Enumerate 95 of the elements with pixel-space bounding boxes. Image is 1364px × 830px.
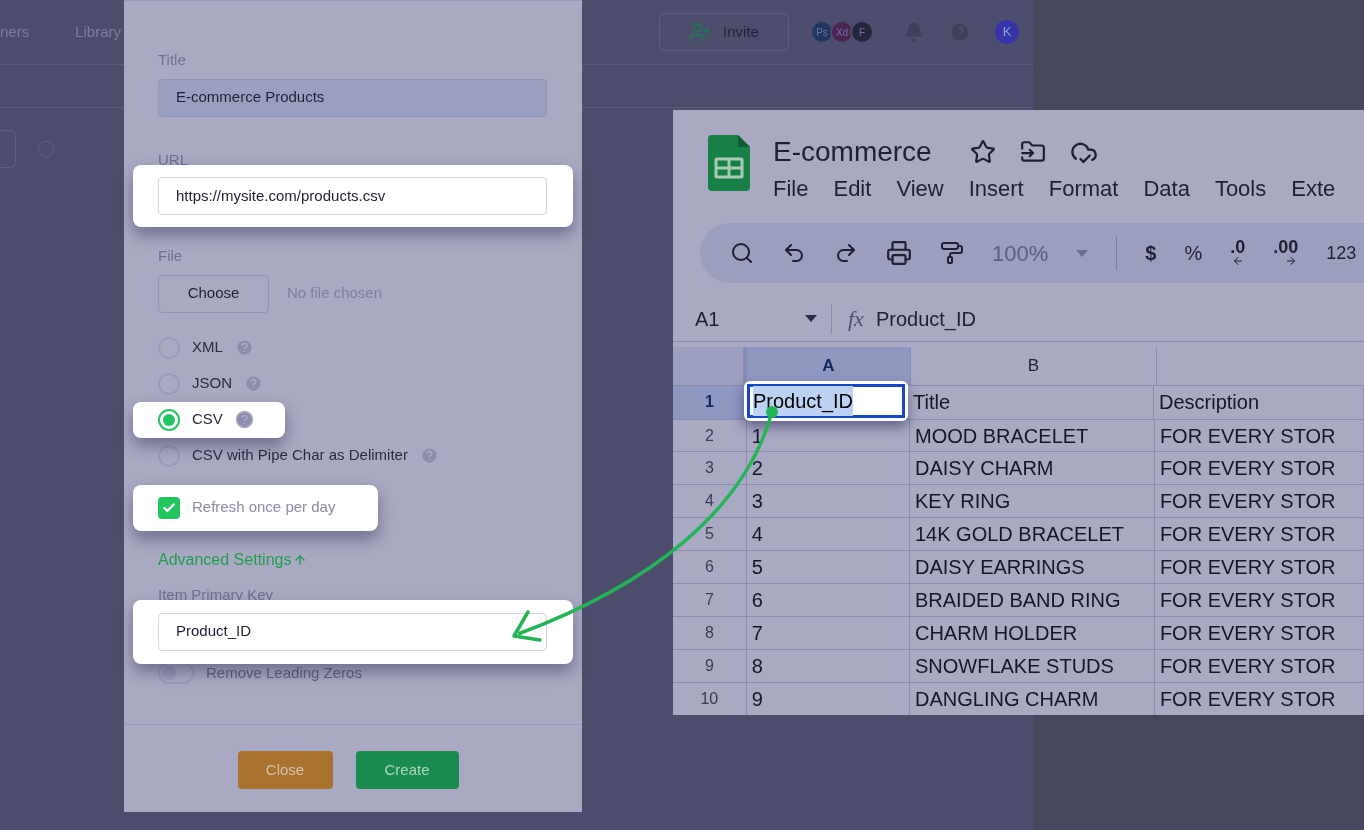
menu-item[interactable]: Exte: [1291, 172, 1336, 205]
menu-item[interactable]: View: [896, 172, 944, 205]
table-cell: FOR EVERY STOR: [1154, 650, 1364, 683]
active-cell[interactable]: Product_ID: [747, 383, 905, 418]
toggle-switch[interactable]: [158, 661, 194, 684]
paint-roller-icon[interactable]: [940, 240, 964, 266]
formula-field[interactable]: Product_ID: [875, 303, 976, 334]
table-cell: MOOD BRACELET: [909, 419, 1155, 452]
number-format-button[interactable]: 123: [1326, 239, 1357, 267]
row-header[interactable]: 3: [673, 452, 747, 485]
table-cell: 7: [746, 617, 910, 650]
undo-icon[interactable]: [782, 241, 806, 265]
table-cell: 6: [746, 584, 910, 617]
function-icon: fx: [848, 302, 864, 336]
caret-icon[interactable]: [1076, 249, 1089, 257]
help-icon[interactable]: [419, 446, 439, 465]
radio-label: CSV: [192, 409, 223, 430]
help-icon[interactable]: [234, 338, 254, 357]
radio-label: JSON: [192, 373, 232, 394]
radio-label: CSV with Pipe Char as Delimiter: [192, 445, 408, 466]
user-plus-icon: [689, 21, 712, 43]
table-cell: 8: [746, 650, 910, 683]
percent-button[interactable]: %: [1184, 238, 1203, 268]
url-field[interactable]: https://mysite.com/products.csv: [158, 177, 547, 215]
decrease-decimal-button[interactable]: .0: [1230, 239, 1246, 267]
title-field[interactable]: E-commerce Products: [158, 78, 547, 117]
table-cell: BRAIDED BAND RING: [909, 584, 1155, 617]
table-cell: 3: [746, 485, 910, 518]
search-icon[interactable]: [730, 241, 754, 265]
spreadsheet-logo-icon[interactable]: [708, 135, 750, 191]
redo-icon[interactable]: [834, 241, 858, 265]
dropdown-icon[interactable]: [805, 315, 817, 323]
menu-item[interactable]: Data: [1143, 172, 1190, 205]
menu-item[interactable]: Format: [1048, 172, 1119, 205]
menu-item[interactable]: Tools: [1214, 172, 1267, 205]
table-cell: FOR EVERY STOR: [1154, 551, 1364, 584]
table-cell: FOR EVERY STOR: [1154, 485, 1364, 518]
column-header[interactable]: B: [911, 346, 1157, 385]
table-cell: DAISY EARRINGS: [909, 551, 1155, 584]
folder-icon[interactable]: [1019, 139, 1046, 165]
radio-label: XML: [192, 337, 223, 358]
table-cell: 1: [746, 419, 910, 452]
row-header[interactable]: 9: [673, 650, 747, 683]
menu-item[interactable]: Edit: [833, 172, 872, 205]
currency-button[interactable]: $: [1145, 238, 1157, 268]
table-cell: Description: [1154, 385, 1364, 419]
table-cell: FOR EVERY STOR: [1154, 452, 1364, 485]
table-cell: 4: [746, 518, 910, 551]
help-icon[interactable]: [244, 374, 263, 393]
star-icon[interactable]: [969, 139, 996, 165]
document-title[interactable]: E-commerce: [773, 134, 932, 170]
row-header[interactable]: 1: [673, 385, 747, 419]
table-cell: SNOWFLAKE STUDS: [909, 650, 1155, 683]
row-header[interactable]: 10: [673, 683, 747, 715]
corner-cell[interactable]: [673, 346, 747, 385]
checkbox[interactable]: [158, 496, 180, 519]
increase-decimal-button[interactable]: .00: [1273, 239, 1299, 267]
radio-button[interactable]: [158, 444, 180, 467]
table-cell: 5: [746, 551, 910, 584]
table-cell: 9: [746, 683, 910, 715]
field-label: URL: [158, 149, 189, 170]
cell-reference[interactable]: A1: [695, 303, 805, 334]
radio-button[interactable]: [158, 408, 180, 431]
checkbox-label: Refresh once per day: [192, 497, 336, 518]
column-header[interactable]: A: [747, 346, 911, 385]
row-header[interactable]: 6: [673, 551, 747, 584]
print-icon[interactable]: [886, 240, 912, 266]
table-cell: DANGLING CHARM: [909, 683, 1155, 715]
table-cell: KEY RING: [909, 485, 1155, 518]
table-cell: Title: [908, 385, 1154, 419]
table-cell: FOR EVERY STOR: [1154, 419, 1364, 452]
field-label: Title: [158, 50, 187, 70]
table-cell: CHARM HOLDER: [909, 617, 1155, 650]
menu-item[interactable]: Insert: [968, 172, 1024, 205]
user-avatar[interactable]: K: [995, 20, 1019, 44]
table-cell: 2: [746, 452, 910, 485]
table-cell: FOR EVERY STOR: [1154, 683, 1364, 715]
menu-item[interactable]: File: [773, 172, 809, 205]
avatar[interactable]: F: [850, 20, 874, 44]
row-header[interactable]: 2: [673, 419, 747, 452]
check-icon: [162, 500, 176, 515]
row-header[interactable]: 7: [673, 584, 747, 617]
table-cell: FOR EVERY STOR: [1154, 584, 1364, 617]
help-icon[interactable]: [234, 410, 254, 429]
table-cell: 14K GOLD BRACELET: [909, 518, 1155, 551]
table-cell: FOR EVERY STOR: [1154, 617, 1364, 650]
toggle-label: Remove Leading Zeros: [206, 662, 362, 683]
field-label: File: [158, 246, 184, 266]
table-cell: FOR EVERY STOR: [1154, 518, 1364, 551]
primary-key-field[interactable]: Product_ID: [158, 612, 547, 651]
table-cell: DAISY CHARM: [909, 452, 1155, 485]
choose-file-button[interactable]: Choose: [158, 274, 269, 313]
row-header[interactable]: 8: [673, 617, 747, 650]
row-header[interactable]: 4: [673, 485, 747, 518]
row-header[interactable]: 5: [673, 518, 747, 551]
